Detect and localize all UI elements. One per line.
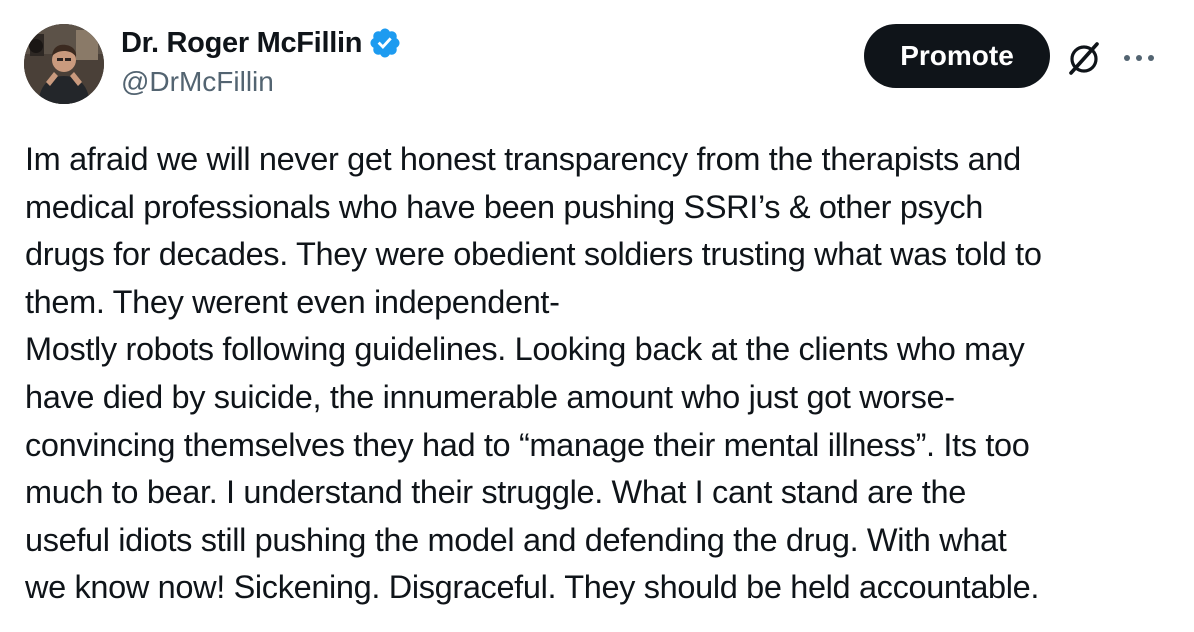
tweet-text-line: have died by suicide, the innumerable am… [25,378,955,415]
tweet-text-line: we know now! Sickening. Disgraceful. The… [25,569,1040,606]
tweet-text-line: drugs for decades. They were obedient so… [25,236,1042,273]
tweet-text-line: Mostly robots following guidelines. Look… [25,331,1025,368]
profile-photo-icon [24,24,104,104]
verified-badge-icon[interactable] [368,26,402,60]
tweet-text-line: convincing themselves they had to “manag… [25,426,1030,463]
tweet-text-line: much to bear. I understand their struggl… [25,474,966,511]
author-info: Dr. Roger McFillin @DrMcFillin [121,24,402,98]
more-icon[interactable] [1118,44,1160,72]
display-name[interactable]: Dr. Roger McFillin [121,27,362,60]
tweet-text: Im afraid we will never get honest trans… [25,136,1175,612]
avatar[interactable] [24,24,104,104]
promote-button[interactable]: Promote [864,24,1050,88]
name-row: Dr. Roger McFillin [121,24,402,62]
tweet-card: Dr. Roger McFillin @DrMcFillin Promote I… [0,0,1194,632]
handle[interactable]: @DrMcFillin [121,66,402,98]
tweet-text-line: medical professionals who have been push… [25,188,983,225]
grok-icon[interactable] [1064,38,1104,78]
tweet-text-line: useful idiots still pushing the model an… [25,521,1007,558]
tweet-text-line: Im afraid we will never get honest trans… [25,141,1021,177]
tweet-text-line: them. They werent even independent- [25,283,560,320]
